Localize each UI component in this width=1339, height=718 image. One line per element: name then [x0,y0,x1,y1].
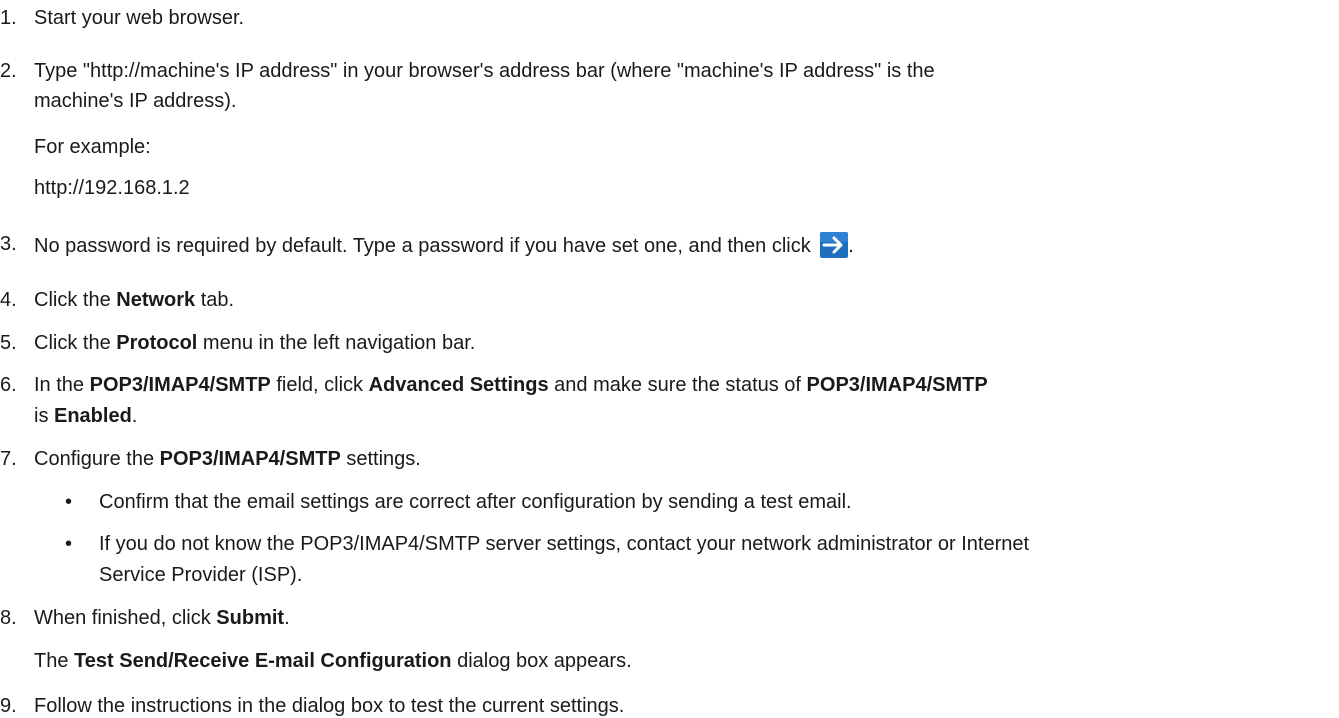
bullet-text: Confirm that the email settings are corr… [99,491,852,513]
step-text-continued: is Enabled. [34,404,137,428]
step-number: 2. [0,60,17,82]
step-text: Click the Protocol menu in the left navi… [34,331,475,355]
protocol-menu-label: Protocol [116,332,198,354]
step-text: No password is required by default. Type… [34,232,854,258]
text-fragment: . [284,607,290,629]
bullet-text: If you do not know the POP3/IMAP4/SMTP s… [99,533,1030,555]
step-number: 3. [0,233,17,255]
enabled-label: Enabled [54,405,132,427]
step-number: 5. [0,332,17,354]
step-text: Type "http://machine's IP address" in yo… [34,60,935,82]
step-text: Configure the POP3/IMAP4/SMTP settings. [34,447,421,471]
instructions-document: 1. Start your web browser. 2. Type "http… [0,0,1339,717]
text-fragment: Click the [34,332,117,354]
bullet-icon: • [65,533,73,555]
bullet-icon: • [65,491,73,513]
step-text-continued: machine's IP address). [34,90,237,112]
text-fragment: Configure the [34,448,160,470]
step-text: Start your web browser. [34,7,245,29]
arrow-right-icon[interactable] [820,232,849,258]
submit-label: Submit [216,607,285,629]
text-fragment: and make sure the status of [548,374,807,396]
step-note: The Test Send/Receive E-mail Configurati… [34,649,632,673]
text-fragment: Click the [34,289,117,311]
pop3-status-label: POP3/IMAP4/SMTP [806,374,988,396]
pop3-field-label: POP3/IMAP4/SMTP [89,374,271,396]
step-text-main: No password is required by default. Type… [34,235,817,257]
text-fragment: . [131,405,138,427]
text-fragment: The [34,650,75,672]
step-text: When finished, click Submit. [34,606,290,630]
step-text-period: . [848,235,854,257]
example-url: http://192.168.1.2 [34,177,190,199]
dialog-title-label: Test Send/Receive E-mail Configuration [74,650,452,672]
step-number: 6. [0,374,17,396]
text-fragment: When finished, click [34,607,217,629]
step-text: Click the Network tab. [34,288,234,312]
text-fragment: menu in the left navigation bar. [197,332,476,354]
example-label: For example: [34,136,151,158]
step-text: Follow the instructions in the dialog bo… [34,695,625,717]
step-text: In the POP3/IMAP4/SMTP field, click Adva… [34,373,988,397]
step-number: 1. [0,7,17,29]
network-tab-label: Network [116,289,196,311]
text-fragment: settings. [340,448,421,470]
pop3-settings-label: POP3/IMAP4/SMTP [159,448,341,470]
step-number: 9. [0,695,17,717]
step-number: 4. [0,289,17,311]
text-fragment: tab. [195,289,235,311]
step-number: 8. [0,607,17,629]
text-fragment: In the [34,374,90,396]
text-fragment: dialog box appears. [451,650,632,672]
bullet-text-continued: Service Provider (ISP). [99,564,303,586]
text-fragment: field, click [270,374,369,396]
step-number: 7. [0,448,17,470]
advanced-settings-label: Advanced Settings [368,374,549,396]
text-fragment: is [34,405,54,427]
